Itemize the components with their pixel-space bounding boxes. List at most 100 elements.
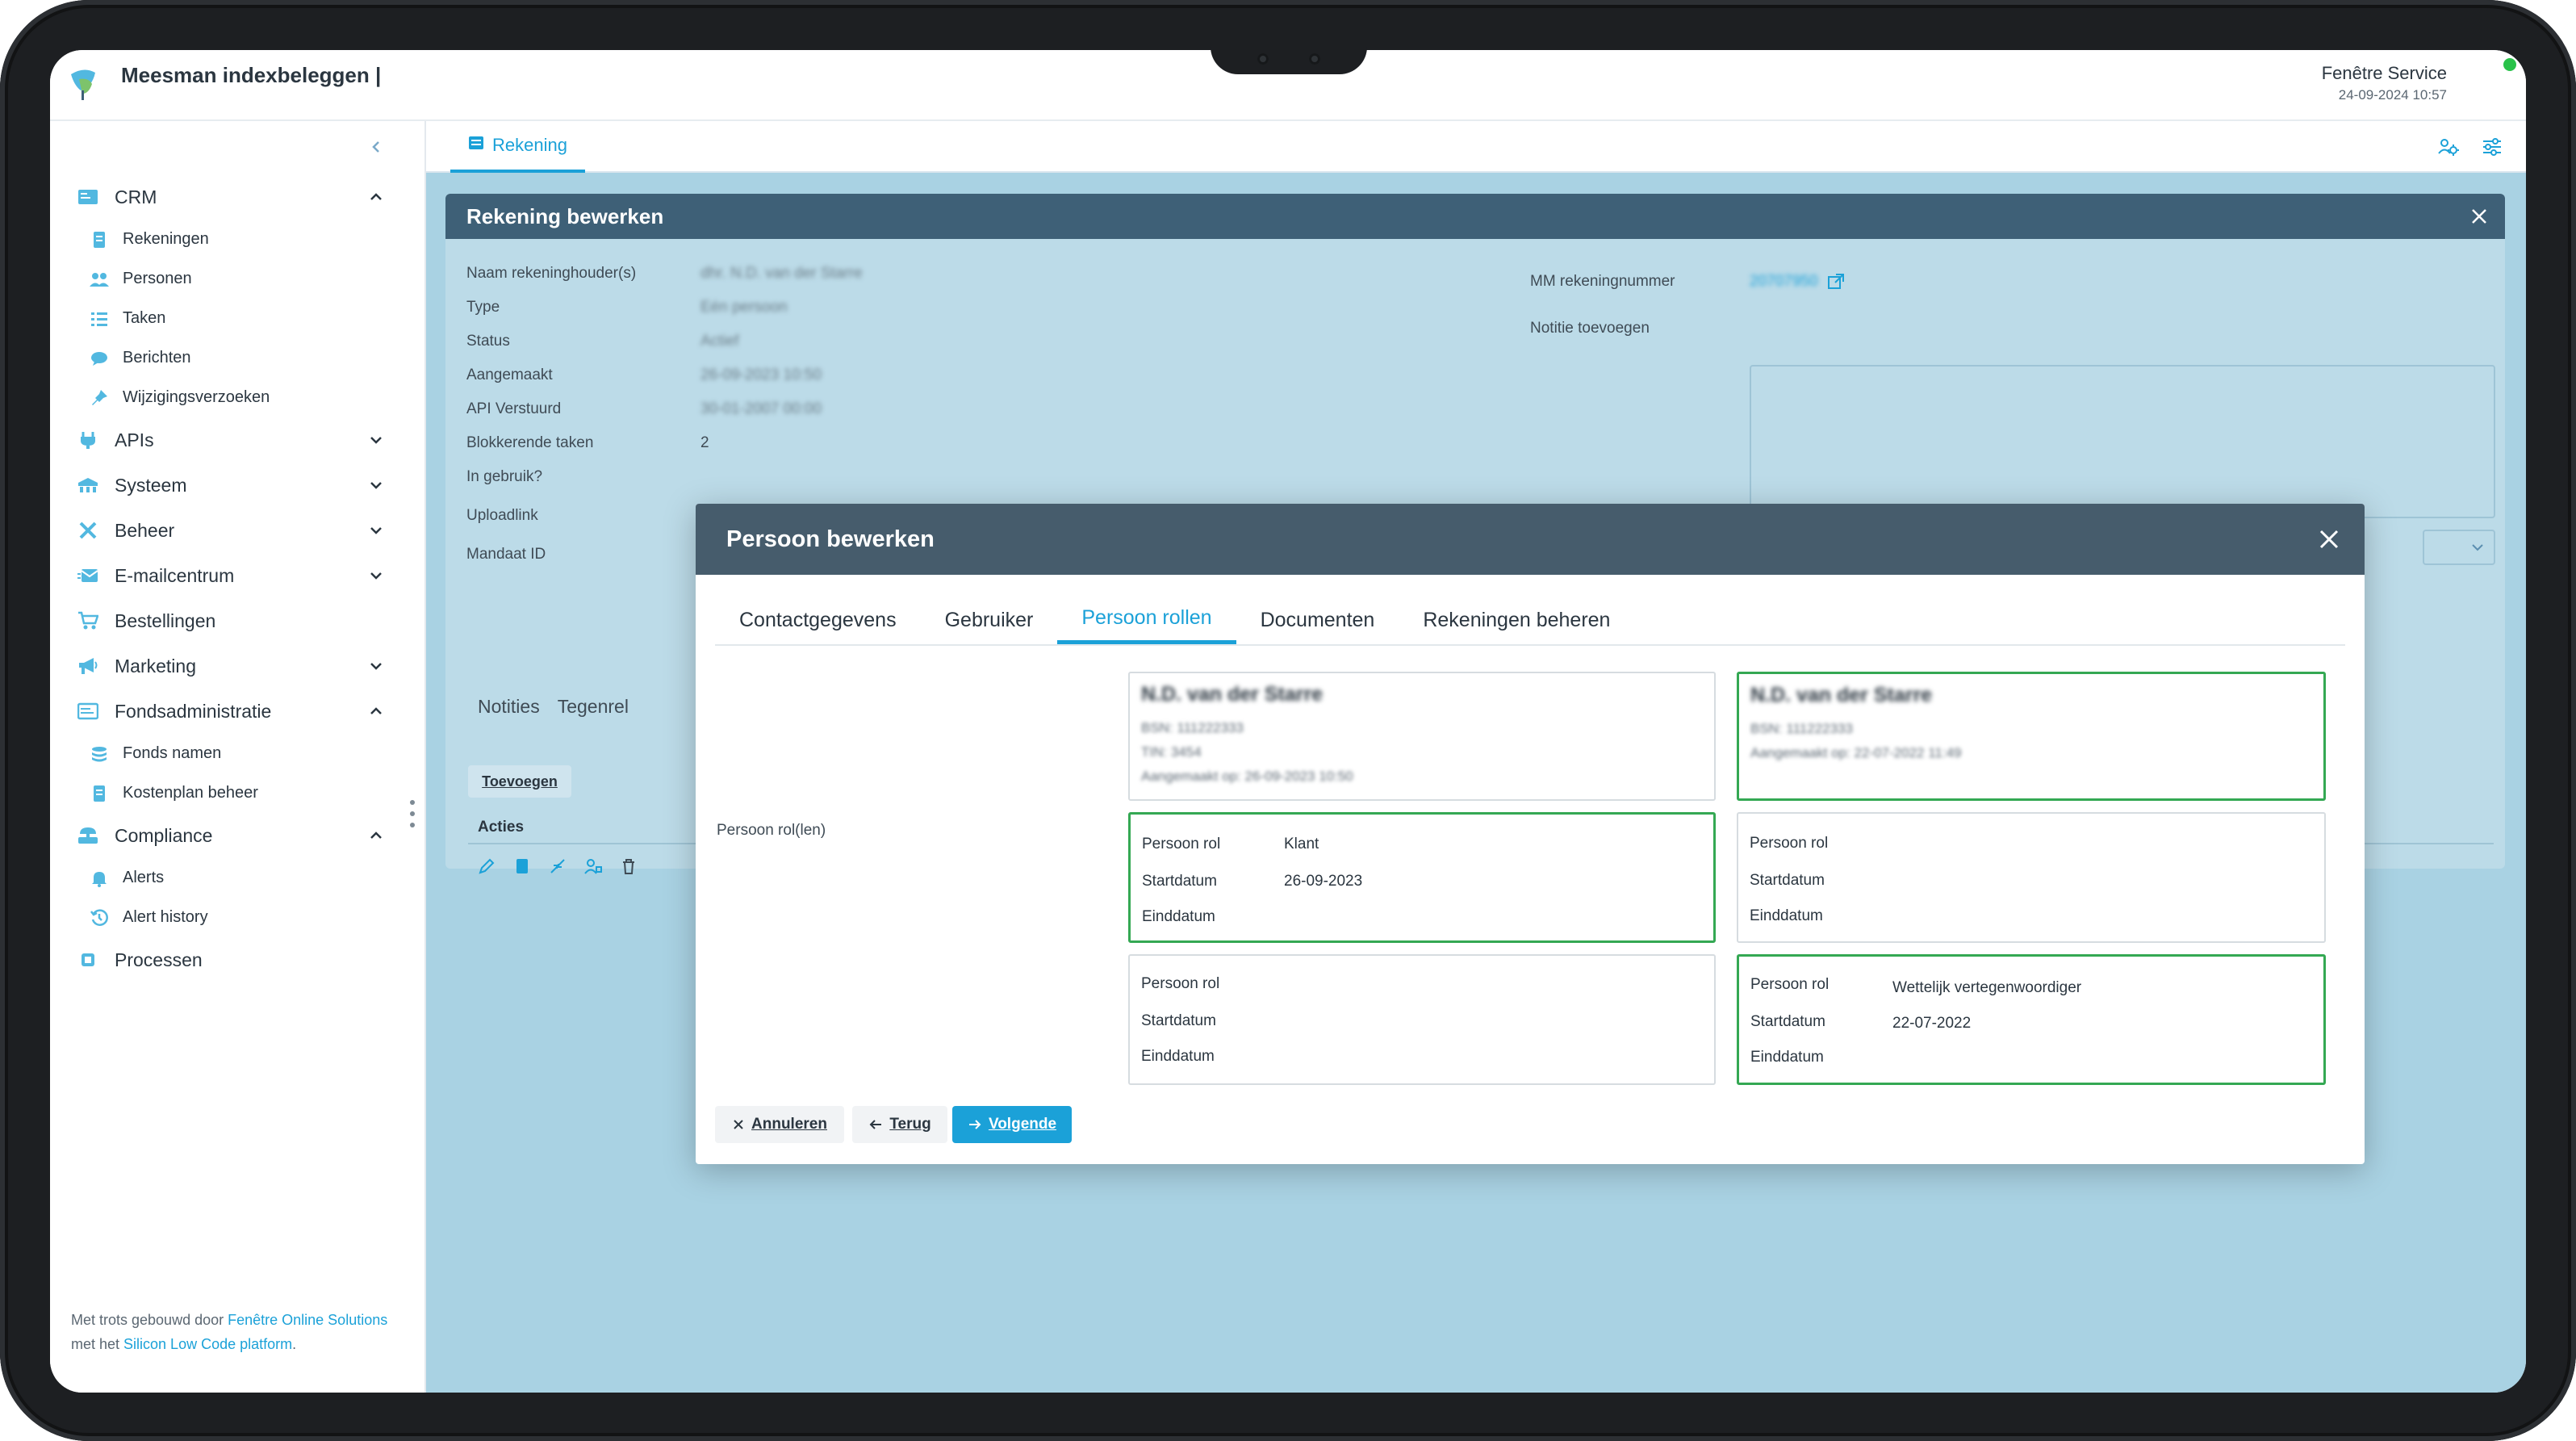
silicon-link[interactable]: Silicon Low Code platform bbox=[123, 1336, 292, 1352]
camera-icon bbox=[1257, 53, 1269, 65]
sidebar-item-alerts[interactable]: Alerts bbox=[50, 858, 426, 898]
close-icon[interactable] bbox=[2468, 205, 2490, 228]
chevron-down-icon[interactable] bbox=[365, 564, 387, 587]
modal-tabs: Contactgegevens Gebruiker Persoon rollen… bbox=[715, 596, 2345, 646]
sidebar-item-rekeningen[interactable]: Rekeningen bbox=[50, 220, 426, 259]
chevron-down-icon[interactable] bbox=[365, 429, 387, 451]
start-label: Startdatum bbox=[1750, 1013, 1825, 1030]
sidebar-item-label: Wijzigingsverzoeken bbox=[123, 388, 270, 406]
tasks-icon bbox=[89, 308, 110, 329]
close-icon[interactable] bbox=[2318, 528, 2340, 551]
pin-icon bbox=[89, 387, 110, 408]
sidebar-item-personen[interactable]: Personen bbox=[50, 259, 426, 299]
chevron-up-icon[interactable] bbox=[365, 700, 387, 723]
tab-documenten[interactable]: Documenten bbox=[1236, 596, 1399, 644]
person-card[interactable]: N.D. van der Starre BSN: 111222333 TIN: … bbox=[1128, 672, 1716, 801]
sidebar-item-label: Compliance bbox=[115, 824, 213, 846]
sidebar-item-fonds-namen[interactable]: Fonds namen bbox=[50, 734, 426, 773]
tab-persoon-rollen[interactable]: Persoon rollen bbox=[1057, 596, 1236, 644]
role-card[interactable]: Persoon rol Klant Startdatum 26-09-2023 … bbox=[1128, 812, 1716, 943]
field-value: Actief bbox=[700, 333, 739, 350]
sidebar-item-wijzigingsverzoeken[interactable]: Wijzigingsverzoeken bbox=[50, 378, 426, 417]
tab-contactgegevens[interactable]: Contactgegevens bbox=[715, 596, 921, 644]
document-icon bbox=[89, 783, 110, 804]
sidebar-item-label: Processen bbox=[115, 949, 203, 970]
field-label: Naam rekeninghouder(s) bbox=[466, 265, 637, 282]
field-label: In gebruik? bbox=[466, 468, 543, 485]
role-card[interactable]: Persoon rol Startdatum Einddatum bbox=[1128, 954, 1716, 1085]
sidebar-item-marketing[interactable]: Marketing bbox=[50, 643, 426, 689]
external-link-icon[interactable] bbox=[1827, 273, 1845, 291]
book-icon[interactable] bbox=[513, 857, 531, 875]
sidebar-item-e-mailcentrum[interactable]: E-mailcentrum bbox=[50, 553, 426, 598]
users-settings-icon[interactable] bbox=[2437, 136, 2460, 158]
app-title: Meesman indexbeleggen | bbox=[121, 63, 382, 87]
trash-icon[interactable] bbox=[620, 857, 638, 875]
person-meta: Aangemaakt op: 22-07-2022 11:49 bbox=[1750, 745, 1962, 760]
person-card-selected[interactable]: N.D. van der Starre BSN: 111222333 Aange… bbox=[1737, 672, 2326, 801]
tab-tegenrekeningen[interactable]: Tegenrel bbox=[558, 696, 629, 718]
note-textarea[interactable] bbox=[1750, 365, 2495, 518]
chevron-up-icon[interactable] bbox=[365, 824, 387, 847]
arrow-right-icon bbox=[968, 1120, 981, 1129]
tab-gebruiker[interactable]: Gebruiker bbox=[921, 596, 1058, 644]
merge-icon[interactable] bbox=[549, 857, 567, 875]
field-label: Mandaat ID bbox=[466, 546, 546, 563]
account-number-value[interactable]: 20707950 bbox=[1750, 273, 1818, 291]
sidebar-item-alert-history[interactable]: Alert history bbox=[50, 898, 426, 937]
sidebar-item-beheer[interactable]: Beheer bbox=[50, 508, 426, 553]
fund-icon bbox=[76, 699, 100, 723]
field-label: API Verstuurd bbox=[466, 400, 562, 417]
sidebar-item-compliance[interactable]: Compliance bbox=[50, 813, 426, 858]
person-meta: BSN: 111222333 bbox=[1750, 721, 1853, 736]
start-label: Startdatum bbox=[1750, 872, 1825, 889]
back-button[interactable]: Terug bbox=[852, 1106, 947, 1143]
select-field[interactable] bbox=[2423, 530, 2495, 565]
page-tab-strip: Rekening bbox=[426, 121, 2526, 173]
user-info[interactable]: Fenêtre Service 24-09-2024 10:57 bbox=[2322, 63, 2447, 103]
role-card[interactable]: Persoon rol Startdatum Einddatum bbox=[1737, 812, 2326, 943]
sidebar: CRM Rekeningen Personen Taken Berichten … bbox=[50, 121, 426, 1393]
sidebar-item-label: Personen bbox=[123, 270, 192, 287]
sensor-icon bbox=[1309, 53, 1320, 65]
sidebar-item-berichten[interactable]: Berichten bbox=[50, 338, 426, 378]
tab-label: Rekening bbox=[492, 135, 567, 155]
chevron-down-icon[interactable] bbox=[365, 519, 387, 542]
chevron-down-icon[interactable] bbox=[365, 474, 387, 496]
sidebar-item-kostenplan-beheer[interactable]: Kostenplan beheer bbox=[50, 773, 426, 813]
user-link-icon[interactable] bbox=[584, 857, 602, 875]
person-meta: Aangemaakt op: 26-09-2023 10:50 bbox=[1141, 769, 1353, 784]
sidebar-item-taken[interactable]: Taken bbox=[50, 299, 426, 338]
sidebar-item-label: APIs bbox=[115, 429, 154, 450]
user-name: Fenêtre Service bbox=[2321, 63, 2447, 83]
tab-notities[interactable]: Notities bbox=[478, 696, 540, 718]
sidebar-item-processen[interactable]: Processen bbox=[50, 937, 426, 982]
field-value: 2 bbox=[700, 434, 709, 451]
sidebar-item-systeem[interactable]: Systeem bbox=[50, 463, 426, 508]
chevron-up-icon[interactable] bbox=[365, 186, 387, 208]
collapse-sidebar-icon[interactable] bbox=[365, 136, 389, 160]
tools-icon bbox=[76, 518, 100, 542]
chevron-down-icon[interactable] bbox=[365, 655, 387, 677]
sliders-icon[interactable] bbox=[2481, 136, 2503, 158]
crm-icon bbox=[76, 185, 100, 209]
close-icon bbox=[734, 1120, 743, 1129]
app-logo-icon bbox=[71, 69, 95, 100]
sidebar-item-apis[interactable]: APIs bbox=[50, 417, 426, 463]
sidebar-item-crm[interactable]: CRM bbox=[50, 174, 426, 220]
edit-icon[interactable] bbox=[478, 857, 496, 875]
resize-handle-icon[interactable] bbox=[408, 798, 416, 830]
role-card[interactable]: Persoon rol Wettelijk vertegenwoordiger … bbox=[1737, 954, 2326, 1085]
footer-suffix: . bbox=[292, 1336, 297, 1352]
next-button[interactable]: Volgende bbox=[952, 1106, 1072, 1143]
add-button[interactable]: Toevoegen bbox=[468, 765, 571, 798]
sidebar-item-bestellingen[interactable]: Bestellingen bbox=[50, 598, 426, 643]
stack-icon bbox=[89, 744, 110, 764]
tab-rekening[interactable]: Rekening bbox=[450, 121, 585, 173]
tab-rekeningen-beheren[interactable]: Rekeningen beheren bbox=[1399, 596, 1634, 644]
people-icon bbox=[89, 269, 110, 290]
fenetre-link[interactable]: Fenêtre Online Solutions bbox=[228, 1312, 387, 1328]
footer-prefix: Met trots gebouwd door bbox=[71, 1312, 228, 1328]
sidebar-item-fondsadministratie[interactable]: Fondsadministratie bbox=[50, 689, 426, 734]
cancel-button[interactable]: Annuleren bbox=[715, 1106, 844, 1143]
